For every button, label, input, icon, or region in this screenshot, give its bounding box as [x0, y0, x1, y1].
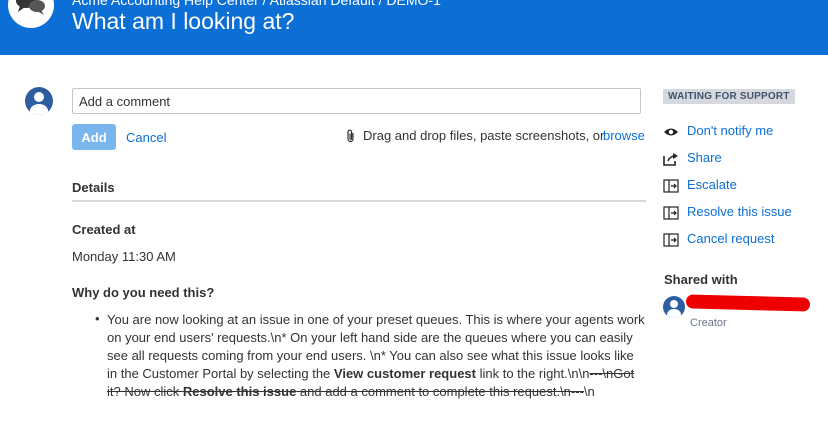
transition-icon: [663, 233, 679, 247]
breadcrumb-item-issue[interactable]: DEMO-1: [386, 0, 440, 8]
creator-avatar: [663, 296, 685, 318]
creator-label: Creator: [690, 317, 727, 329]
page-title: What am I looking at?: [72, 8, 295, 34]
breadcrumb: Acme Accounting Help Center / Atlassian …: [72, 0, 441, 8]
redacted-name: [685, 294, 811, 312]
speech-bubbles-icon: [16, 0, 45, 15]
transition-icon: [663, 206, 679, 220]
comment-input[interactable]: [72, 88, 641, 114]
breadcrumb-item-service-desk[interactable]: Atlassian Default: [270, 0, 375, 8]
breadcrumb-separator: /: [262, 0, 270, 8]
bullet: •: [95, 311, 100, 326]
browse-link[interactable]: browse: [603, 128, 645, 143]
paperclip-icon: [347, 129, 354, 143]
created-at-label: Created at: [72, 222, 136, 237]
status-badge: WAITING FOR SUPPORT: [663, 89, 795, 104]
transition-icon: [663, 179, 679, 193]
view-customer-request-text: View customer request: [333, 366, 476, 381]
cancel-comment-button[interactable]: Cancel: [126, 130, 166, 145]
details-divider: [72, 200, 646, 202]
shared-with-heading: Shared with: [664, 272, 738, 287]
breadcrumb-item-help-center[interactable]: Acme Accounting Help Center: [72, 0, 259, 8]
help-center-logo[interactable]: [8, 0, 54, 28]
created-at-value: Monday 11:30 AM: [72, 249, 176, 264]
add-comment-button[interactable]: Add: [72, 124, 116, 150]
user-avatar: [25, 87, 53, 115]
details-heading: Details: [72, 180, 115, 195]
why-label: Why do you need this?: [72, 285, 215, 300]
eye-icon: [664, 128, 678, 136]
description-text: You are now looking at an issue in one o…: [107, 312, 645, 399]
header-bar: Acme Accounting Help Center / Atlassian …: [0, 0, 828, 55]
attach-hint: Drag and drop files, paste screenshots, …: [363, 128, 605, 143]
share-icon: [663, 153, 678, 166]
